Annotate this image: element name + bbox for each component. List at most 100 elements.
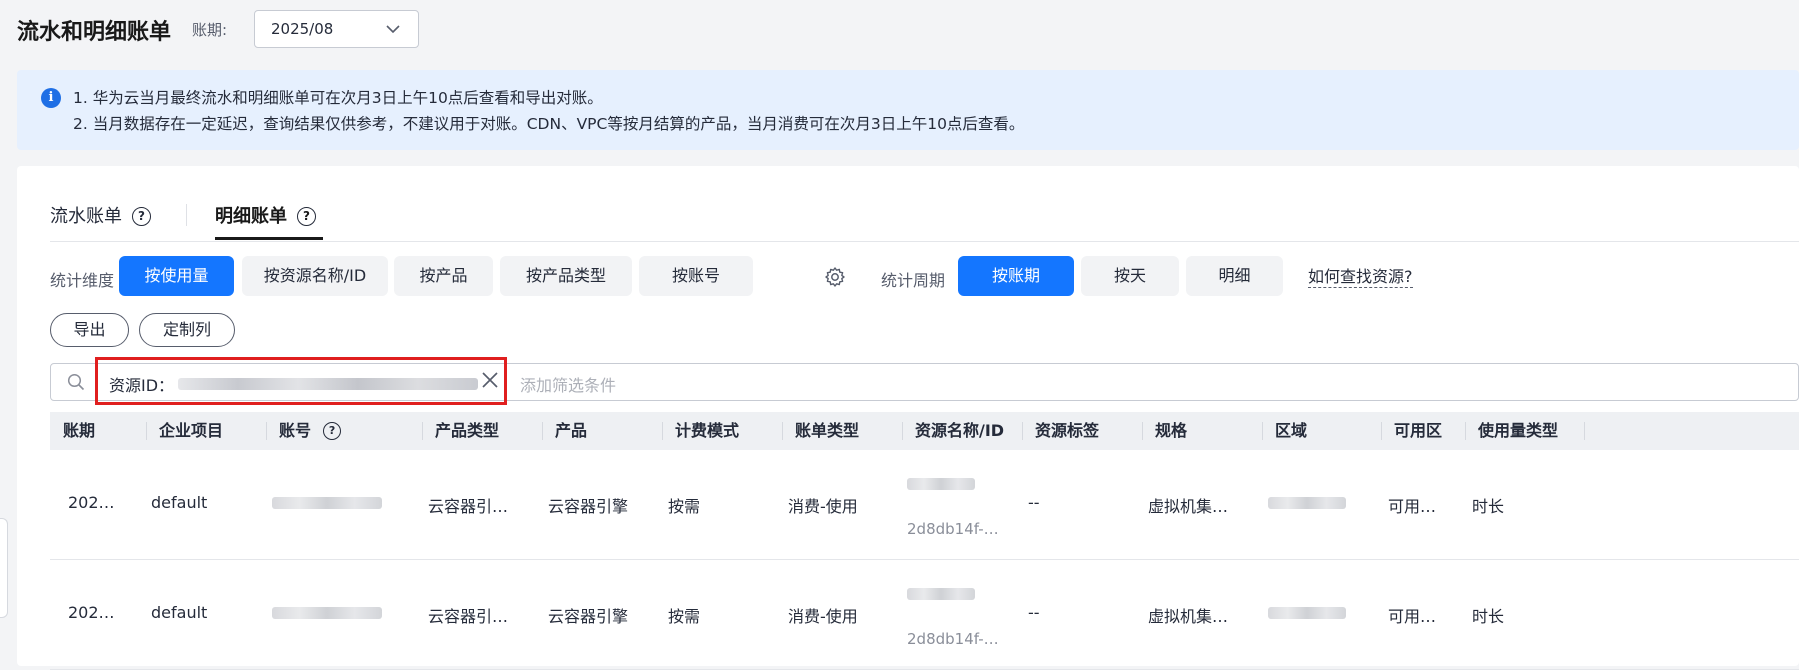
cell-bill-type: 消费-使用 (788, 607, 858, 626)
redacted-resource-name (907, 478, 975, 490)
cell-product-type: 云容器引… (428, 607, 509, 626)
cell-usage-type: 时长 (1472, 497, 1505, 516)
dimension-option-resource[interactable]: 按资源名称/ID (242, 256, 388, 296)
dimension-label: 统计维度 (50, 271, 115, 290)
cell-product: 云容器引擎 (548, 497, 629, 516)
export-button[interactable]: 导出 (50, 313, 129, 347)
notice-line-1: 1. 华为云当月最终流水和明细账单可在次月3日上午10点后查看和导出对账。 (73, 89, 603, 107)
col-divider (662, 422, 663, 440)
cell-resource-id[interactable]: 2d8db14f-… (907, 520, 999, 538)
col-divider (1381, 422, 1382, 440)
side-panel-handle[interactable] (0, 518, 8, 618)
cycle-label: 统计周期 (881, 271, 946, 290)
col-header-account: 账号? (279, 412, 342, 450)
help-icon[interactable]: ? (297, 207, 316, 226)
cell-period: 202… (68, 493, 115, 512)
redacted-region (1268, 497, 1346, 509)
col-header-product: 产品 (555, 421, 588, 440)
close-icon[interactable] (481, 371, 499, 389)
tab-flow-bill[interactable]: 流水账单? (50, 202, 151, 228)
cell-enterprise-project: default (151, 493, 208, 512)
dimension-option-usage[interactable]: 按使用量 (119, 256, 234, 296)
col-divider (146, 422, 147, 440)
cell-spec: 虚拟机集… (1148, 607, 1229, 626)
tab-label: 明细账单 (215, 206, 287, 227)
notice-line-2: 2. 当月数据存在一定延迟，查询结果仅供参考，不建议用于对账。CDN、VPC等按… (73, 115, 1025, 133)
redacted-account (272, 607, 382, 619)
resource-id-filter-chip[interactable]: 资源ID： (109, 372, 479, 396)
col-header-resource-name: 资源名称/ID (915, 421, 1005, 440)
find-resource-link[interactable]: 如何查找资源? (1308, 267, 1413, 288)
table-row[interactable]: 202… default 云容器引… 云容器引擎 按需 消费-使用 2d8db1… (50, 560, 1799, 670)
tab-label: 流水账单 (50, 206, 122, 227)
redacted-region (1268, 607, 1346, 619)
help-icon[interactable]: ? (132, 207, 151, 226)
col-divider (1262, 422, 1263, 440)
page-header: 流水和明细账单 账期: 2025/08 (0, 0, 1799, 58)
table-row[interactable]: 202… default 云容器引… 云容器引擎 按需 消费-使用 2d8db1… (50, 450, 1799, 560)
cycle-option-detail[interactable]: 明细 (1186, 256, 1283, 296)
cell-resource-tag: -- (1028, 493, 1040, 512)
period-label: 账期: (192, 21, 228, 39)
period-select[interactable]: 2025/08 (254, 10, 419, 48)
chevron-down-icon (386, 25, 400, 34)
help-icon[interactable]: ? (323, 422, 342, 440)
cell-usage-type: 时长 (1472, 607, 1505, 626)
col-header-enterprise-project: 企业项目 (159, 421, 224, 440)
cell-billing-mode: 按需 (668, 607, 701, 626)
chip-label: 资源ID： (109, 376, 175, 395)
tab-divider (186, 204, 187, 226)
notice-banner: i 1. 华为云当月最终流水和明细账单可在次月3日上午10点后查看和导出对账。 … (17, 70, 1799, 150)
tab-detail-bill[interactable]: 明细账单? (215, 202, 316, 228)
col-divider (1465, 422, 1466, 440)
col-header-resource-tag: 资源标签 (1035, 421, 1100, 440)
col-header-usage-type: 使用量类型 (1478, 421, 1559, 440)
col-divider (266, 422, 267, 440)
add-filter-placeholder[interactable]: 添加筛选条件 (520, 372, 616, 396)
dimension-option-account[interactable]: 按账号 (639, 256, 753, 296)
cell-product: 云容器引擎 (548, 607, 629, 626)
col-header-billing-mode: 计费模式 (675, 421, 740, 440)
period-value: 2025/08 (271, 20, 334, 38)
tabs-divider (50, 241, 1799, 242)
dimension-option-product[interactable]: 按产品 (394, 256, 493, 296)
active-tab-indicator (215, 237, 323, 240)
col-divider (782, 422, 783, 440)
cell-enterprise-project: default (151, 603, 208, 622)
col-divider (902, 422, 903, 440)
col-header-spec: 规格 (1155, 421, 1188, 440)
col-header-period: 账期 (63, 421, 96, 440)
cell-period: 202… (68, 603, 115, 622)
redacted-resource-id (178, 378, 479, 390)
cell-az: 可用… (1388, 497, 1437, 516)
search-icon (67, 373, 85, 391)
redacted-resource-name (907, 588, 975, 600)
col-divider (542, 422, 543, 440)
dimension-option-product-type[interactable]: 按产品类型 (500, 256, 632, 296)
col-header-region: 区域 (1275, 421, 1308, 440)
cell-billing-mode: 按需 (668, 497, 701, 516)
redacted-account (272, 497, 382, 509)
col-header-az: 可用区 (1394, 421, 1443, 440)
cell-resource-id[interactable]: 2d8db14f-… (907, 630, 999, 648)
page-title: 流水和明细账单 (17, 20, 172, 45)
col-divider (422, 422, 423, 440)
col-divider (1142, 422, 1143, 440)
cell-product-type: 云容器引… (428, 497, 509, 516)
col-divider (1022, 422, 1023, 440)
cycle-option-day[interactable]: 按天 (1081, 256, 1179, 296)
cell-az: 可用… (1388, 607, 1437, 626)
cell-spec: 虚拟机集… (1148, 497, 1229, 516)
table-header: 账期 企业项目 账号? 产品类型 产品 计费模式 账单类型 资源名称/ID 资源… (50, 412, 1799, 450)
bill-card: 流水账单? 明细账单? 统计维度 按使用量 按资源名称/ID 按产品 按产品类型… (17, 166, 1799, 670)
col-header-bill-type: 账单类型 (795, 421, 860, 440)
col-divider (1584, 422, 1585, 440)
gear-icon[interactable] (824, 266, 846, 288)
col-header-product-type: 产品类型 (435, 421, 500, 440)
customize-columns-button[interactable]: 定制列 (139, 313, 235, 347)
col-header-account-label: 账号 (279, 421, 312, 440)
info-icon: i (41, 88, 61, 108)
cycle-option-period[interactable]: 按账期 (958, 256, 1074, 296)
bill-tabs: 流水账单? 明细账单? (17, 166, 1799, 242)
cell-bill-type: 消费-使用 (788, 497, 858, 516)
